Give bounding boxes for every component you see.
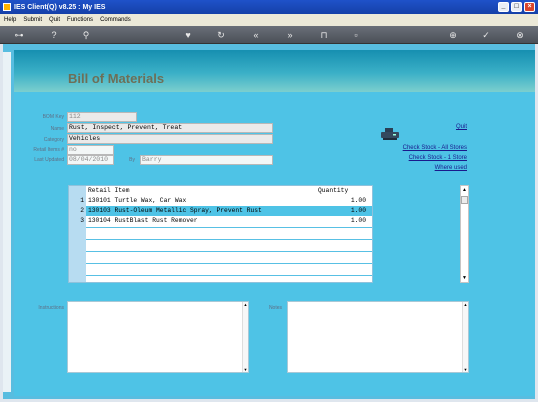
scroll-up-icon[interactable]: ▲ — [463, 302, 468, 307]
window-title: IES Client(Q) v8.25 : My IES — [14, 3, 106, 11]
bom-key-label: BOM Key — [42, 114, 64, 120]
close-window-button[interactable]: × — [524, 2, 535, 12]
menu-help[interactable]: Help — [4, 17, 16, 23]
grid-line — [86, 263, 372, 264]
category-field[interactable]: Vehicles — [67, 134, 273, 144]
memo-scrollbar[interactable]: ▲ ▼ — [242, 302, 248, 372]
menu-quit[interactable]: Quit — [49, 17, 60, 23]
row-number: 3 — [69, 216, 86, 226]
memo-scrollbar[interactable]: ▲ ▼ — [462, 302, 468, 372]
scroll-thumb[interactable] — [461, 196, 468, 204]
row-quantity: 1.00 — [342, 206, 372, 216]
menu-functions[interactable]: Functions — [67, 17, 93, 23]
close-icon[interactable]: ⊗ — [514, 29, 526, 41]
retail-count-label: Retail Items # — [33, 147, 64, 153]
retail-items-grid: Retail Item Quantity 1 130101 Turtle Wax… — [68, 185, 373, 283]
table-row[interactable]: 3 130104 RustBlast Rust Remover 1.00 — [69, 216, 372, 226]
notes-memo[interactable]: ▲ ▼ — [287, 301, 469, 373]
check-stock-one-link[interactable]: Check Stock - 1 Store — [380, 155, 467, 161]
row-item: 130103 Rust-Oleum Metallic Spray, Preven… — [86, 206, 342, 216]
check-stock-all-link[interactable]: Check Stock - All Stores — [380, 145, 467, 151]
menu-commands[interactable]: Commands — [100, 17, 131, 23]
scroll-down-icon[interactable]: ▼ — [243, 367, 248, 372]
minimize-button[interactable]: _ — [498, 2, 509, 12]
retail-count-field[interactable]: no — [67, 145, 114, 155]
where-used-link[interactable]: Where used — [380, 165, 467, 171]
bom-key-field[interactable]: 112 — [67, 112, 137, 122]
row-number: 2 — [69, 206, 86, 216]
notes-label: Notes — [268, 305, 282, 311]
row-item: 130101 Turtle Wax, Car Wax — [88, 197, 187, 204]
name-field[interactable]: Rust, Inspect, Prevent, Treat — [67, 123, 273, 133]
key-icon[interactable]: ⊶ — [10, 29, 28, 41]
scroll-up-icon[interactable]: ▲ — [461, 186, 468, 194]
page-title: Bill of Materials — [68, 71, 165, 86]
help-icon[interactable]: ? — [48, 29, 60, 41]
refresh-icon[interactable]: ↻ — [215, 29, 227, 41]
grid-line — [86, 251, 372, 252]
row-quantity: 1.00 — [350, 197, 366, 204]
col-retail-item[interactable]: Retail Item — [86, 187, 318, 194]
by-field[interactable]: Barry — [140, 155, 273, 165]
app-icon — [3, 3, 11, 11]
quit-link[interactable]: Quit — [430, 124, 467, 130]
instructions-memo[interactable]: ▲ ▼ — [67, 301, 249, 373]
col-quantity[interactable]: Quantity — [318, 187, 348, 194]
by-label: By — [129, 157, 135, 163]
grid-line — [86, 227, 372, 228]
grid-scrollbar[interactable]: ▲ ▼ — [460, 185, 469, 283]
row-number: 1 — [69, 196, 86, 206]
table-row-selected[interactable]: 2 130103 Rust-Oleum Metallic Spray, Prev… — [69, 206, 372, 216]
row-item: 130104 RustBlast Rust Remover — [88, 217, 198, 224]
table-row[interactable]: 1 130101 Turtle Wax, Car Wax 1.00 — [69, 196, 372, 206]
name-label: Name — [50, 126, 64, 132]
grid-line — [86, 275, 372, 276]
fast-forward-icon[interactable]: » — [284, 29, 296, 41]
search-icon[interactable]: ⚲ — [80, 29, 92, 41]
side-strip — [3, 52, 11, 392]
menu-bar: Help Submit Quit Functions Commands — [0, 14, 538, 26]
category-label: Category — [43, 137, 64, 143]
trash-icon[interactable]: ⊓ — [318, 29, 330, 41]
plus-icon[interactable]: ⊕ — [447, 29, 459, 41]
toolbar: ⊶ ? ⚲ ♥ ↻ « » ⊓ ▫ ⊕ ✓ ⊗ — [0, 26, 538, 44]
printer-icon[interactable] — [380, 127, 400, 141]
menu-submit[interactable]: Submit — [23, 17, 42, 23]
rewind-icon[interactable]: « — [250, 29, 262, 41]
scroll-down-icon[interactable]: ▼ — [463, 367, 468, 372]
square-icon[interactable]: ▫ — [350, 29, 362, 41]
last-updated-label: Last Updated — [34, 157, 64, 163]
window-controls: _ □ × — [498, 2, 535, 12]
window-titlebar: IES Client(Q) v8.25 : My IES _ □ × — [0, 0, 538, 14]
grid-line — [86, 239, 372, 240]
instructions-label: Instructions — [38, 305, 64, 311]
row-quantity: 1.00 — [350, 217, 366, 224]
scroll-down-icon[interactable]: ▼ — [461, 274, 468, 282]
heart-icon[interactable]: ♥ — [182, 29, 194, 41]
grid-header: Retail Item Quantity — [86, 186, 372, 195]
maximize-button[interactable]: □ — [511, 2, 522, 12]
check-icon[interactable]: ✓ — [480, 29, 492, 41]
